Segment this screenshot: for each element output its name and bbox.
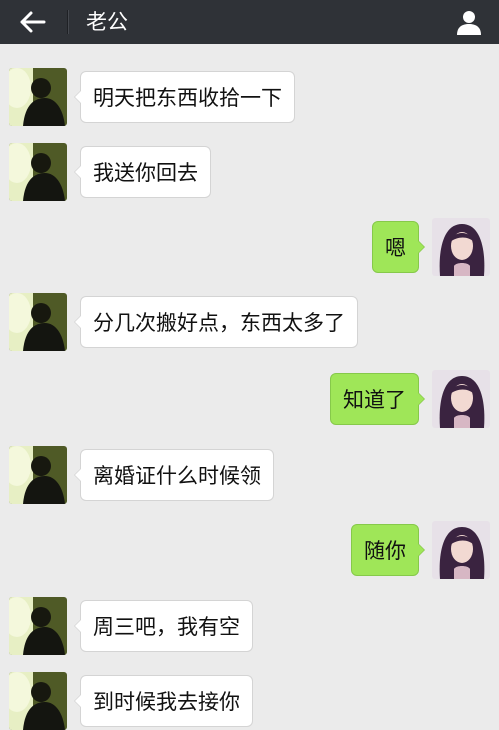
back-button[interactable]: [10, 4, 54, 40]
outgoing-message-bubble[interactable]: 知道了: [330, 373, 425, 425]
my-avatar[interactable]: [432, 218, 490, 276]
incoming-message-bubble[interactable]: 我送你回去: [74, 146, 211, 198]
incoming-message-bubble[interactable]: 周三吧，我有空: [74, 600, 253, 652]
my-avatar[interactable]: [432, 521, 490, 579]
husband-avatar[interactable]: [9, 597, 67, 655]
top-bar: 老公: [0, 0, 499, 44]
outgoing-message-bubble[interactable]: 随你: [351, 524, 425, 576]
incoming-message-bubble[interactable]: 到时候我去接你: [74, 675, 253, 727]
person-icon: [457, 11, 481, 35]
incoming-message-bubble[interactable]: 明天把东西收拾一下: [74, 71, 295, 123]
chat-title: 老公: [86, 10, 128, 34]
husband-avatar[interactable]: [9, 143, 67, 201]
contact-profile-button[interactable]: [451, 4, 487, 40]
my-avatar[interactable]: [432, 370, 490, 428]
husband-avatar[interactable]: [9, 672, 67, 730]
outgoing-message-bubble[interactable]: 嗯: [372, 221, 425, 273]
husband-avatar[interactable]: [9, 68, 67, 126]
husband-avatar[interactable]: [9, 446, 67, 504]
header-divider: [67, 10, 68, 34]
arrow-left-icon: [20, 11, 46, 33]
husband-avatar[interactable]: [9, 293, 67, 351]
incoming-message-bubble[interactable]: 分几次搬好点，东西太多了: [74, 296, 358, 348]
incoming-message-bubble[interactable]: 离婚证什么时候领: [74, 449, 274, 501]
